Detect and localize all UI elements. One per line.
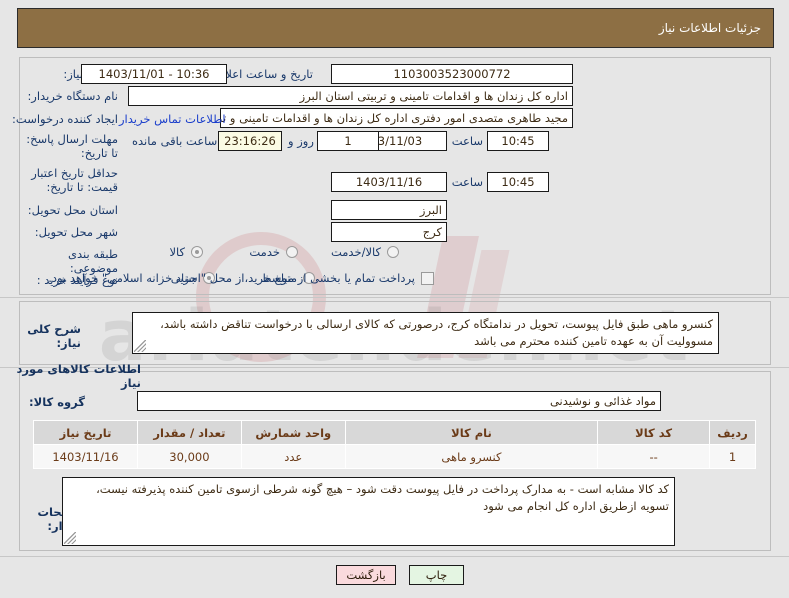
col-code: کد کالا (597, 420, 711, 445)
goods-section-title: اطلاعات کالاهای مورد نیاز (16, 362, 142, 390)
page-title: جزئیات اطلاعات نیاز (17, 8, 774, 48)
remaining-time-value: 23:16:26 (218, 131, 282, 151)
description-textarea[interactable]: کنسرو ماهی طبق فایل پیوست، تحویل در ندام… (132, 312, 719, 354)
cell-code: -- (597, 444, 711, 469)
price-validity-hour-label: ساعت (451, 175, 483, 189)
description-label: شرح کلی نیاز: (27, 322, 81, 350)
price-validity-hour: 10:45 (487, 172, 549, 192)
buyer-org-value: اداره کل زندان ها و اقدامات تامینی و ترب… (128, 86, 573, 106)
treasury-checkbox-row[interactable]: پرداخت تمام یا بخشی از مبلغ خرید،از محل … (48, 271, 434, 285)
page-title-text: جزئیات اطلاعات نیاز (658, 21, 761, 35)
reply-deadline-hour-label: ساعت (451, 134, 483, 148)
city-value: کرج (331, 222, 447, 242)
creator-value: مجید طاهری متصدی امور دفتری اداره کل زند… (220, 108, 573, 128)
radio-icon[interactable] (387, 246, 399, 258)
page-root: ariatender.net جزئیات اطلاعات نیاز شماره… (0, 0, 789, 598)
buyer-contact-link[interactable]: اطلاعات تماس خریدار (119, 110, 226, 128)
goods-group-value: مواد غذائی و نوشیدنی (137, 391, 661, 411)
cell-unit: عدد (240, 444, 346, 469)
price-validity-date: 1403/11/16 (331, 172, 447, 192)
col-date: تاریخ نیاز (33, 420, 138, 445)
cell-name: کنسرو ماهی (344, 444, 599, 469)
back-button[interactable]: بازگشت (336, 565, 396, 585)
public-announce-value: 10:36 - 1403/11/01 (81, 64, 227, 84)
divider-1 (0, 297, 789, 298)
category-radio-kala-khedmat[interactable]: کالا/خدمت (321, 245, 399, 259)
buyer-notes-textarea[interactable]: کد کالا مشابه است - به مدارک پرداخت در ف… (62, 477, 675, 546)
province-value: البرز (331, 200, 447, 220)
goods-group-label: گروه کالا: (29, 395, 85, 409)
category-option-label: خدمت (249, 245, 280, 259)
remaining-days-value: 1 (317, 131, 379, 151)
reply-deadline-hour: 10:45 (487, 131, 549, 151)
reply-deadline-label: مهلت ارسال پاسخ: تا تاریخ: (26, 132, 118, 160)
cell-qty: 30,000 (136, 444, 242, 469)
radio-icon[interactable] (191, 246, 203, 258)
category-option-label: کالا/خدمت (330, 245, 381, 259)
radio-icon[interactable] (286, 246, 298, 258)
divider-3 (0, 556, 789, 557)
print-button[interactable]: چاپ (409, 565, 464, 585)
cell-radif: 1 (709, 444, 756, 469)
col-name: نام کالا (344, 420, 599, 445)
table-header-row: ردیف کد کالا نام کالا واحد شمارش تعداد /… (33, 420, 756, 445)
city-label: شهر محل تحویل: (34, 225, 118, 239)
remaining-time-label: ساعت باقی مانده (132, 134, 218, 148)
province-label: استان محل تحویل: (27, 203, 118, 217)
table-row: 1 -- کنسرو ماهی عدد 30,000 1403/11/16 (33, 444, 756, 469)
category-radio-kala[interactable]: کالا (159, 245, 203, 259)
category-radio-khedmat[interactable]: خدمت (239, 245, 298, 259)
col-qty: تعداد / مقدار (136, 420, 242, 445)
col-radif: ردیف (709, 420, 756, 445)
price-validity-label: حداقل تاریخ اعتبار قیمت: تا تاریخ: (31, 166, 118, 194)
creator-label: ایجاد کننده درخواست: (12, 112, 118, 126)
need-number-value: 1103003523000772 (331, 64, 573, 84)
checkbox-icon[interactable] (421, 271, 434, 285)
category-option-label: کالا (169, 245, 185, 259)
treasury-note-label: پرداخت تمام یا بخشی از مبلغ خرید،از محل … (48, 271, 415, 285)
cell-date: 1403/11/16 (33, 444, 138, 469)
remaining-days-label: روز و (288, 134, 314, 148)
goods-table: ردیف کد کالا نام کالا واحد شمارش تعداد /… (33, 420, 756, 469)
col-unit: واحد شمارش (240, 420, 346, 445)
buyer-org-label: نام دستگاه خریدار: (27, 89, 118, 103)
